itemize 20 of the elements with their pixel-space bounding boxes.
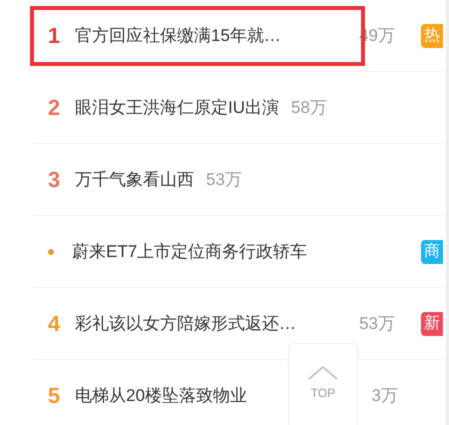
topic-tag: 热 [421, 24, 443, 48]
rank-number: 4 [46, 310, 62, 336]
topic-link[interactable]: 眼泪女王洪海仁原定IU出演 [75, 96, 279, 119]
chevron-up-icon [308, 366, 338, 380]
topic-tag: 新 [421, 312, 443, 336]
heat-count: 53万 [206, 169, 242, 191]
rank-number: 2 [46, 94, 62, 120]
topic-tag: 商 [421, 240, 443, 264]
heat-count: 53万 [359, 313, 395, 335]
rank-number: 1 [46, 22, 62, 48]
heat-count: 3万 [372, 385, 398, 407]
topic-link[interactable]: 彩礼该以女方陪嫁形式返还… [75, 312, 296, 335]
topic-link[interactable]: 官方回应社保缴满15年就… [75, 24, 281, 47]
topic-link[interactable]: 万千气象看山西 [75, 168, 194, 191]
bullet-dot [48, 248, 54, 254]
topic-link[interactable]: 电梯从20楼坠落致物业 [75, 384, 247, 407]
heat-count: 58万 [291, 97, 327, 119]
rank-number: 5 [46, 382, 62, 408]
rank-number: 3 [46, 166, 62, 192]
topic-link[interactable]: 蔚来ET7上市定位商务行政轿车 [72, 240, 308, 263]
